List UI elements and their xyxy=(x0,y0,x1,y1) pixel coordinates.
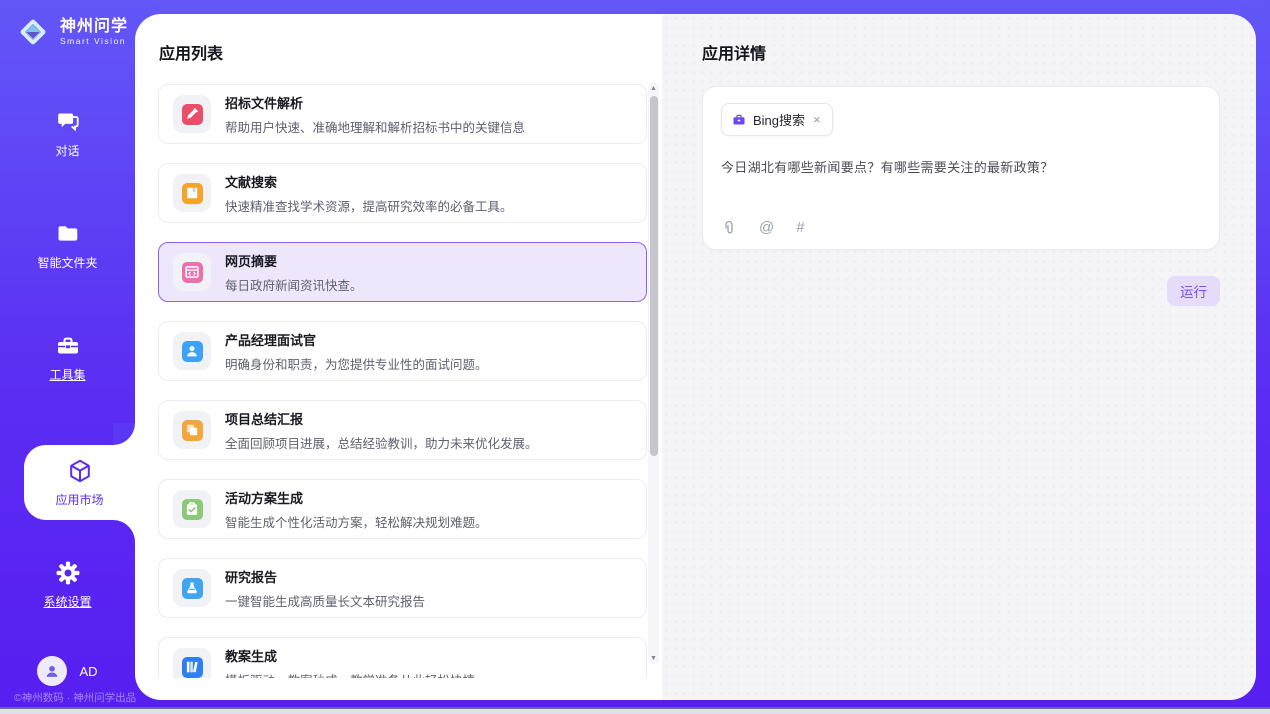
app-card-5[interactable]: 活动方案生成 智能生成个性化活动方案，轻松解决规划难题。 xyxy=(158,479,647,539)
sidebar-item-folders[interactable]: 智能文件夹 xyxy=(0,221,135,271)
app-detail-panel: 应用详情 Bing搜索 × 今日湖北有哪些新闻要点？有哪些需要关注的最新政策？ … xyxy=(662,14,1256,700)
sidebar-item-market[interactable]: 应用市场 xyxy=(24,445,135,520)
app-name: 研究报告 xyxy=(225,567,425,586)
interviewer-icon xyxy=(182,341,203,362)
app-card-3[interactable]: 产品经理面试官 明确身份和职责，为您提供专业性的面试问题。 xyxy=(158,321,647,381)
app-card-1[interactable]: 文献搜索 快速精准查找学术资源，提高研究效率的必备工具。 xyxy=(158,163,647,223)
chat-icon xyxy=(55,109,81,135)
sidebar-item-tools[interactable]: 工具集 xyxy=(0,333,135,383)
app-list-panel: 应用列表 招标文件解析 帮助用户快速、准确地理解和解析招标书中的关键信息 文献搜… xyxy=(135,14,662,700)
sidebar: 神州问学 Smart Vision 对话 智能文件夹 工具集 应用市场 系统设置… xyxy=(0,0,135,714)
brand-subtitle: Smart Vision xyxy=(60,36,128,46)
app-name: 产品经理面试官 xyxy=(225,330,488,349)
app-description: 快速精准查找学术资源，提高研究效率的必备工具。 xyxy=(225,196,513,215)
app-description: 模板驱动，教案秒成，教学准备从此轻松快捷 xyxy=(225,670,475,679)
input-toolbar: @ # xyxy=(721,219,805,236)
bubble-curve-bottom xyxy=(113,520,135,542)
brand-name: 神州问学 xyxy=(60,18,128,36)
sidebar-item-settings[interactable]: 系统设置 xyxy=(0,560,135,610)
account-button[interactable]: AD xyxy=(0,656,135,686)
person-icon xyxy=(43,662,61,680)
app-name: 活动方案生成 xyxy=(225,488,488,507)
question-input[interactable]: 今日湖北有哪些新闻要点？有哪些需要关注的最新政策？ xyxy=(721,157,1201,176)
hash-icon[interactable]: # xyxy=(796,219,804,236)
app-logo: 神州问学 Smart Vision xyxy=(0,0,135,51)
window-edge-light xyxy=(0,709,1270,714)
app-list-title: 应用列表 xyxy=(135,14,662,78)
folder-icon xyxy=(55,221,81,247)
app-name: 网页摘要 xyxy=(225,251,363,270)
book-icon xyxy=(182,183,203,204)
run-row: 运行 xyxy=(702,276,1220,306)
tool-tag-label: Bing搜索 xyxy=(753,110,805,129)
gear-icon xyxy=(55,560,81,586)
sidebar-nav: 对话 智能文件夹 工具集 应用市场 系统设置 xyxy=(0,109,135,672)
app-description: 帮助用户快速、准确地理解和解析招标书中的关键信息 xyxy=(225,117,525,136)
tool-tag-bing-search[interactable]: Bing搜索 × xyxy=(721,103,833,136)
toolbox-icon xyxy=(55,333,81,359)
briefcase-icon xyxy=(732,113,746,127)
logo-diamond-icon xyxy=(14,13,52,51)
app-name: 文献搜索 xyxy=(225,172,513,191)
books-icon xyxy=(182,657,203,678)
scroll-up-icon[interactable]: ▲ xyxy=(648,82,659,94)
main-content: 应用列表 招标文件解析 帮助用户快速、准确地理解和解析招标书中的关键信息 文献搜… xyxy=(135,14,1256,700)
app-card-2[interactable]: 网页摘要 每日政府新闻资讯快查。 xyxy=(158,242,647,302)
app-card-4[interactable]: 项目总结汇报 全面回顾项目进展，总结经验教训，助力未来优化发展。 xyxy=(158,400,647,460)
prompt-card[interactable]: Bing搜索 × 今日湖北有哪些新闻要点？有哪些需要关注的最新政策？ @ # xyxy=(702,86,1220,250)
app-card-0[interactable]: 招标文件解析 帮助用户快速、准确地理解和解析招标书中的关键信息 xyxy=(158,84,647,144)
app-name: 教案生成 xyxy=(225,646,475,665)
avatar xyxy=(37,656,67,686)
close-icon[interactable]: × xyxy=(812,113,822,126)
cube-icon xyxy=(67,458,93,484)
run-button[interactable]: 运行 xyxy=(1167,276,1220,306)
app-description: 全面回顾项目进展，总结经验教训，助力未来优化发展。 xyxy=(225,433,538,452)
app-card-7[interactable]: 教案生成 模板驱动，教案秒成，教学准备从此轻松快捷 xyxy=(158,637,647,678)
scroll-down-icon[interactable]: ▼ xyxy=(648,652,659,664)
app-detail-title: 应用详情 xyxy=(702,40,1220,64)
app-description: 每日政府新闻资讯快查。 xyxy=(225,275,363,294)
scrollbar-thumb[interactable] xyxy=(650,96,658,456)
report-icon xyxy=(182,578,203,599)
clipboard-check-icon xyxy=(182,499,203,520)
app-name: 项目总结汇报 xyxy=(225,409,538,428)
attachment-icon[interactable] xyxy=(721,220,737,236)
app-card-6[interactable]: 研究报告 一键智能生成高质量长文本研究报告 xyxy=(158,558,647,618)
document-edit-icon xyxy=(182,104,203,125)
app-description: 明确身份和职责，为您提供专业性的面试问题。 xyxy=(225,354,488,373)
app-list: 招标文件解析 帮助用户快速、准确地理解和解析招标书中的关键信息 文献搜索 快速精… xyxy=(135,78,662,678)
app-description: 智能生成个性化活动方案，轻松解决规划难题。 xyxy=(225,512,488,531)
webpage-code-icon xyxy=(182,262,203,283)
app-name: 招标文件解析 xyxy=(225,93,525,112)
bubble-curve-top xyxy=(113,423,135,445)
notes-icon xyxy=(182,420,203,441)
app-description: 一键智能生成高质量长文本研究报告 xyxy=(225,591,425,610)
mention-icon[interactable]: @ xyxy=(759,219,774,236)
sidebar-item-chat[interactable]: 对话 xyxy=(0,109,135,159)
account-initials: AD xyxy=(79,664,97,679)
app-list-scrollbar[interactable]: ▲ ▼ xyxy=(648,82,659,664)
